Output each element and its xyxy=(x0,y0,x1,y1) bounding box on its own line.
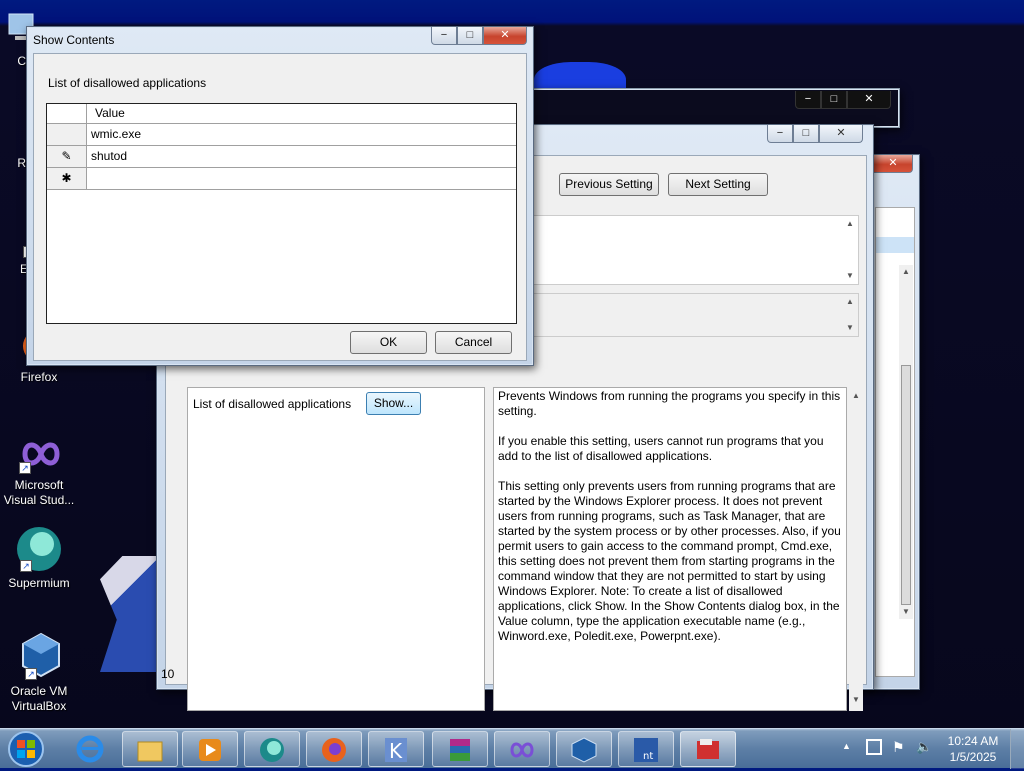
taskbar-visual-studio[interactable] xyxy=(494,731,550,767)
list-scrollbar[interactable]: ▲ ▼ xyxy=(899,265,913,619)
help-scrollbar[interactable]: ▲ ▼ xyxy=(849,387,863,711)
volume-muted-icon[interactable]: 🔈 xyxy=(916,739,932,755)
taskbar-supermium[interactable] xyxy=(244,731,300,767)
svg-text:K: K xyxy=(389,739,403,763)
help-text: Prevents Windows from running the progra… xyxy=(498,389,841,643)
desktop-icon-virtualbox[interactable]: ↗ Oracle VM VirtualBox xyxy=(0,630,78,714)
show-contents-window[interactable]: Show Contents − □ ✕ List of disallowed a… xyxy=(26,26,534,366)
grid-header-corner xyxy=(47,104,87,123)
virtualbox-icon xyxy=(571,737,597,763)
desktop-icon-label: Supermium xyxy=(8,576,70,590)
taskbar-winrar[interactable] xyxy=(432,731,488,767)
scroll-down-icon[interactable]: ▼ xyxy=(843,321,857,335)
taskbar-policy-editor[interactable] xyxy=(680,731,736,767)
minimize-icon[interactable]: − xyxy=(767,125,793,143)
scroll-up-icon[interactable]: ▲ xyxy=(849,389,863,403)
selected-row xyxy=(876,237,914,253)
options-pane: List of disallowed applications Show... xyxy=(187,387,485,711)
supermium-icon: ↗ xyxy=(14,526,64,572)
taskbar: K nt ▲ ⚑ 🔈 10:24 AM 1/5/2025 xyxy=(0,728,1024,769)
edit-pencil-icon[interactable]: ✎ xyxy=(47,146,87,167)
comment-box[interactable] xyxy=(533,215,859,285)
row-value[interactable]: shutod xyxy=(91,146,127,167)
firefox-icon xyxy=(322,738,346,762)
scroll-down-icon[interactable]: ▼ xyxy=(899,605,913,619)
windows-logo-icon xyxy=(8,731,44,767)
maximize-icon[interactable]: □ xyxy=(793,125,819,143)
desktop-icon-visual-studio[interactable]: ↗ Microsoft Visual Stud... xyxy=(0,434,78,508)
cancel-button[interactable]: Cancel xyxy=(435,331,512,354)
network-icon[interactable] xyxy=(866,739,882,755)
policy-editor-icon xyxy=(697,739,719,759)
scroll-down-icon[interactable]: ▼ xyxy=(843,269,857,283)
show-desktop-button[interactable] xyxy=(1010,729,1024,769)
wallpaper-shape xyxy=(100,556,156,672)
close-icon[interactable]: ✕ xyxy=(873,155,913,173)
clock-time: 10:24 AM xyxy=(947,734,999,748)
options-label: List of disallowed applications xyxy=(193,397,352,411)
next-setting-button[interactable]: Next Setting xyxy=(668,173,768,196)
scroll-up-icon[interactable]: ▲ xyxy=(899,265,913,279)
ok-button[interactable]: OK xyxy=(350,331,427,354)
show-button[interactable]: Show... xyxy=(366,392,421,415)
desktop-icon-label: Firefox xyxy=(20,370,58,384)
table-row[interactable]: wmic.exe xyxy=(47,124,516,146)
column-header-value[interactable]: Value xyxy=(95,104,125,123)
help-pane: Prevents Windows from running the progra… xyxy=(493,387,847,711)
background-window-1[interactable]: − □ ✕ xyxy=(532,88,900,128)
maximize-icon[interactable]: □ xyxy=(821,91,847,109)
scroll-up-icon[interactable]: ▲ xyxy=(843,217,857,231)
previous-setting-button[interactable]: Previous Setting xyxy=(559,173,659,196)
supermium-icon xyxy=(260,738,284,762)
close-icon[interactable]: ✕ xyxy=(819,125,863,143)
desktop-icon-label: Microsoft Visual Stud... xyxy=(3,478,75,507)
minimize-icon[interactable]: − xyxy=(795,91,821,109)
maximize-icon[interactable]: □ xyxy=(457,27,483,45)
table-row[interactable]: ✎ shutod xyxy=(47,146,516,168)
value-grid[interactable]: Value wmic.exe ✎ shutod ✱ xyxy=(46,103,517,324)
supported-box xyxy=(533,293,859,337)
new-row-asterisk-icon[interactable]: ✱ xyxy=(47,168,87,189)
minimize-icon[interactable]: − xyxy=(431,27,457,45)
show-hidden-icons-icon[interactable]: ▲ xyxy=(842,741,851,751)
scroll-down-icon[interactable]: ▼ xyxy=(849,693,863,707)
row-selector[interactable] xyxy=(47,124,87,145)
media-player-icon xyxy=(199,739,221,761)
desktop-icon-label: Oracle VM VirtualBox xyxy=(10,684,68,713)
taskbar-firefox[interactable] xyxy=(306,731,362,767)
scroll-up-icon[interactable]: ▲ xyxy=(843,295,857,309)
scroll-thumb[interactable] xyxy=(901,365,911,605)
taskbar-nt-app[interactable]: nt xyxy=(618,731,674,767)
clock[interactable]: 10:24 AM 1/5/2025 xyxy=(942,733,1004,765)
start-button[interactable] xyxy=(4,730,48,768)
close-icon[interactable]: ✕ xyxy=(847,91,891,109)
action-center-flag-icon[interactable]: ⚑ xyxy=(892,739,905,756)
k-app-icon: K xyxy=(385,738,407,763)
svg-text:nt: nt xyxy=(643,751,653,762)
virtualbox-icon: ↗ xyxy=(19,630,60,680)
grid-header: Value xyxy=(47,104,516,124)
list-label: List of disallowed applications xyxy=(48,76,207,90)
taskbar-explorer[interactable] xyxy=(122,731,178,767)
taskbar-k-app[interactable]: K xyxy=(368,731,424,767)
row-value[interactable]: wmic.exe xyxy=(91,124,141,145)
close-icon[interactable]: ✕ xyxy=(483,27,527,45)
internet-explorer-icon[interactable] xyxy=(74,733,106,765)
taskbar-media-player[interactable] xyxy=(182,731,238,767)
taskbar-virtualbox[interactable] xyxy=(556,731,612,767)
window-title: Show Contents xyxy=(33,33,115,47)
winrar-icon xyxy=(450,739,470,761)
folder-icon xyxy=(137,741,163,762)
partial-text: 10 xyxy=(161,667,175,681)
nt-app-icon: nt xyxy=(634,738,658,762)
desktop-icon-supermium[interactable]: ↗ Supermium xyxy=(0,526,78,591)
visual-studio-icon xyxy=(510,742,534,758)
clock-date: 1/5/2025 xyxy=(949,750,997,764)
table-row-new[interactable]: ✱ xyxy=(47,168,516,190)
visual-studio-icon: ↗ xyxy=(19,434,60,474)
